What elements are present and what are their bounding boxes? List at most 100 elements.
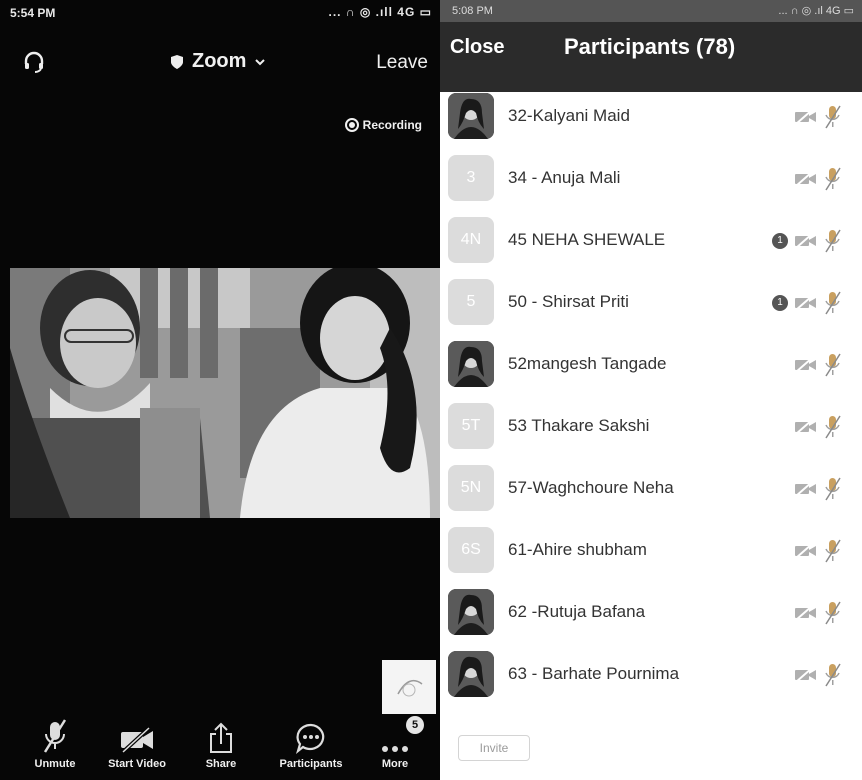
status-time: 5:54 PM <box>10 6 56 20</box>
invite-button[interactable]: Invite <box>458 735 530 761</box>
participants-list: 32-Kalyani Maid 3 34 - Anuja Mali 4N 45 NEHA… <box>440 86 862 706</box>
more-icon <box>382 746 408 752</box>
avatar <box>448 341 494 387</box>
status-bar: 5:08 PM ... ∩ ◎ .ıl 4G ▭ <box>440 0 862 22</box>
participant-row[interactable]: 63 - Barhate Pournima <box>440 644 862 706</box>
participant-status <box>794 166 842 192</box>
leave-button[interactable]: Leave <box>376 52 428 74</box>
logo-icon <box>397 679 423 697</box>
video-frame <box>10 268 440 518</box>
page-title: Participants (78) <box>564 34 736 59</box>
participant-name: 52mangesh Tangade <box>508 354 667 373</box>
share-button[interactable]: Share <box>176 718 266 770</box>
avatar: 5 <box>448 279 494 325</box>
meeting-title: Zoom <box>192 50 247 72</box>
mic-muted-icon <box>825 415 841 439</box>
avatar: 3 <box>448 155 494 201</box>
avatar-initials: 5N <box>460 479 482 496</box>
status-icons: ... ∩ ◎ .ıl 4G ▭ <box>778 5 854 17</box>
status-bar: 5:54 PM ... ∩ ◎ .ıll 4G ▭ <box>0 0 440 24</box>
participant-row[interactable]: 62 -Rutuja Bafana <box>440 582 862 644</box>
more-badge: 5 <box>406 716 424 734</box>
headset-icon[interactable] <box>22 50 46 79</box>
share-label: Share <box>205 758 237 770</box>
shield-icon <box>171 54 183 69</box>
participant-status <box>794 104 842 130</box>
avatar: 6S <box>448 527 494 573</box>
participant-status <box>794 476 842 502</box>
chevron-down-icon <box>255 58 266 65</box>
status-icons: ... ∩ ◎ .ıll 4G ▭ <box>328 5 432 19</box>
start-video-label: Start Video <box>108 758 166 770</box>
participant-row[interactable]: 6S 61-Ahire shubham <box>440 520 862 582</box>
start-video-button[interactable]: Start Video <box>92 718 182 770</box>
participants-screen: 5:08 PM ... ∩ ◎ .ıl 4G ▭ Close Participa… <box>440 0 862 780</box>
participant-status <box>794 352 842 378</box>
active-speaker-video[interactable] <box>10 268 440 518</box>
more-button[interactable]: 5 More <box>350 716 440 770</box>
mic-muted-icon <box>825 353 841 377</box>
participant-row[interactable]: 4N 45 NEHA SHEWALE 1 <box>440 210 862 272</box>
raise-count-badge: 1 <box>772 295 788 311</box>
mic-muted-icon <box>825 601 841 625</box>
unmute-button[interactable]: Unmute <box>10 718 100 770</box>
participant-name: 63 - Barhate Pournima <box>508 664 680 683</box>
meeting-toolbar: Unmute Start Video Share Participants 5 … <box>0 710 440 780</box>
self-view-thumbnail[interactable] <box>382 660 436 714</box>
record-icon <box>344 118 359 132</box>
mic-muted-icon <box>825 167 841 191</box>
recording-indicator: Recording <box>344 118 422 132</box>
participant-row[interactable]: 52mangesh Tangade <box>440 334 862 396</box>
avatar-initials: 5T <box>461 417 481 434</box>
mic-muted-icon <box>43 719 67 753</box>
video-off-icon <box>795 543 816 559</box>
participant-name: 53 Thakare Sakshi <box>508 416 650 435</box>
video-off-icon <box>795 233 816 249</box>
participants-label: Participants <box>279 758 343 770</box>
participant-row[interactable]: 32-Kalyani Maid <box>440 86 862 148</box>
participant-row[interactable]: 3 34 - Anuja Mali <box>440 148 862 210</box>
participant-row[interactable]: 5 50 - Shirsat Priti 1 <box>440 272 862 334</box>
meeting-title-dropdown[interactable]: Zoom <box>170 50 266 73</box>
participant-name: 34 - Anuja Mali <box>508 168 621 187</box>
close-button[interactable]: Close <box>450 36 504 59</box>
avatar: 4N <box>448 217 494 263</box>
mic-muted-icon <box>825 477 841 501</box>
avatar-initials: 6S <box>461 541 481 558</box>
avatar <box>448 651 494 697</box>
participant-status: 1 <box>772 228 842 254</box>
participant-status <box>794 600 842 626</box>
video-off-icon <box>795 419 816 435</box>
video-off-icon <box>795 357 816 373</box>
video-off-icon <box>795 171 816 187</box>
meeting-header: Zoom Leave <box>0 40 440 80</box>
participant-name: 57-Waghchoure Neha <box>508 478 674 497</box>
unmute-label: Unmute <box>34 758 76 770</box>
video-off-icon <box>795 109 816 125</box>
share-icon <box>210 722 232 753</box>
participant-name: 61-Ahire shubham <box>508 540 647 559</box>
participant-status <box>794 662 842 688</box>
mic-muted-icon <box>825 291 841 315</box>
raise-count-badge: 1 <box>772 233 788 249</box>
chat-icon <box>295 723 325 754</box>
participant-name: 50 - Shirsat Priti <box>508 292 629 311</box>
participant-row[interactable]: 5N 57-Waghchoure Neha <box>440 458 862 520</box>
mic-muted-icon <box>825 229 841 253</box>
video-off-icon <box>795 605 816 621</box>
avatar-initials: 5 <box>466 293 476 310</box>
participants-button[interactable]: Participants <box>266 718 356 770</box>
avatar <box>448 93 494 139</box>
video-off-icon <box>795 481 816 497</box>
avatar-initials: 3 <box>466 169 476 186</box>
participant-row[interactable]: 5T 53 Thakare Sakshi <box>440 396 862 458</box>
video-off-icon <box>795 295 816 311</box>
participant-status <box>794 414 842 440</box>
participant-name: 32-Kalyani Maid <box>508 106 630 125</box>
mic-muted-icon <box>825 539 841 563</box>
avatar: 5T <box>448 403 494 449</box>
more-label: More <box>381 758 409 770</box>
mic-muted-icon <box>825 105 841 129</box>
avatar: 5N <box>448 465 494 511</box>
recording-label: Recording <box>362 118 422 132</box>
